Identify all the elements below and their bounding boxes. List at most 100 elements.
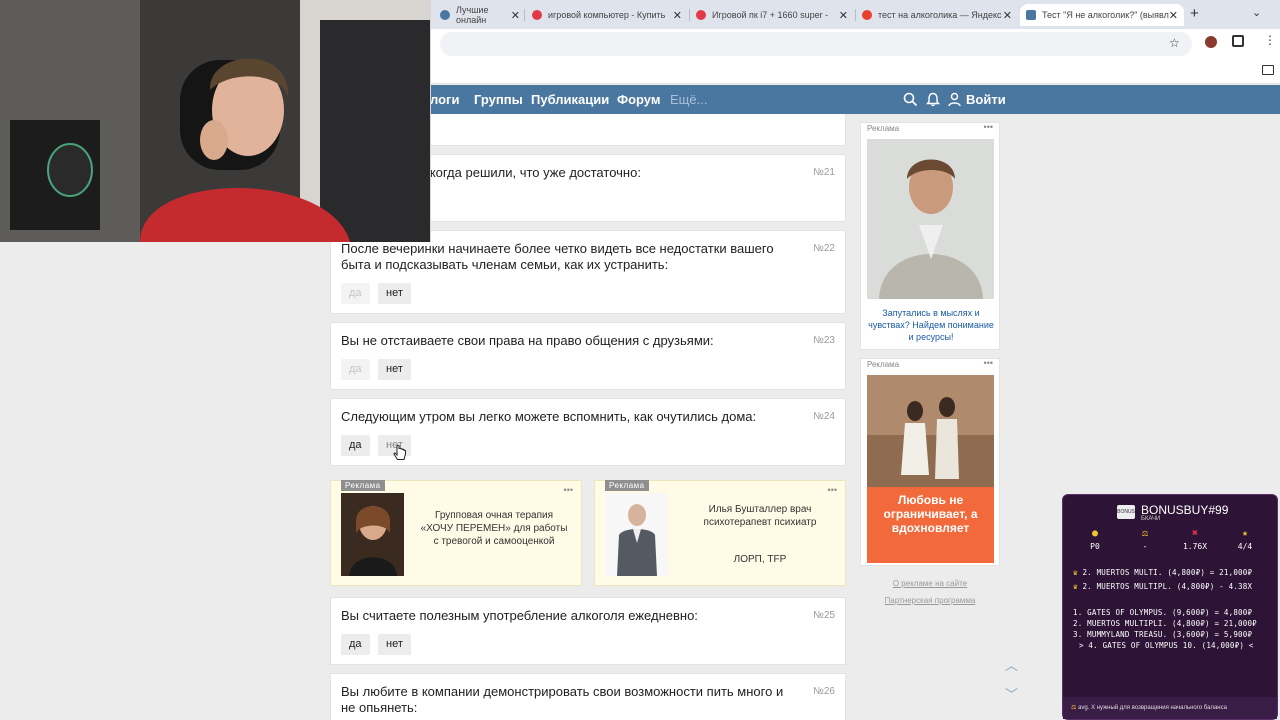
browser-tab[interactable]: тест на алкоголика — Яндекс ✕ <box>856 4 1018 26</box>
ad-label: Реклама <box>867 124 900 133</box>
bell-icon[interactable] <box>926 92 940 107</box>
scales-icon: ⚖ <box>1141 528 1149 539</box>
nav-item-forum[interactable]: Форум <box>617 92 660 107</box>
list-item-current: > 4. GATES OF OLYMPUS 10. (14,000₽) < <box>1079 641 1254 650</box>
tab-title: тест на алкоголика — Яндекс <box>878 10 1002 20</box>
close-icon[interactable]: ✕ <box>839 9 848 22</box>
best-line: ♛ 2. MUERTOS MULTIPL. (4,800₽) - 4.38X <box>1073 582 1253 591</box>
nav-item-groups[interactable]: Группы <box>474 92 523 107</box>
answer-yes-button[interactable]: да <box>341 435 370 456</box>
nav-item-more[interactable]: Ещё... <box>670 92 707 107</box>
inline-ad[interactable]: Реклама ••• Илья Бушталлер врач психотер… <box>594 480 846 586</box>
inline-ad[interactable]: Реклама ••• Групповая очная терапия «ХОЧ… <box>330 480 582 586</box>
browser-tab-active[interactable]: Тест "Я не алкоголик?" (выявл ✕ <box>1020 4 1184 26</box>
more-options-icon[interactable]: ••• <box>984 358 993 368</box>
sidebar-ad[interactable]: Реклама ••• Любовь не ограничивает, а вд… <box>860 358 1000 566</box>
list-item: 1. GATES OF OLYMPUS. (9,600₽) = 4,800₽ <box>1073 608 1253 617</box>
tab-divider <box>524 9 525 21</box>
ad-label: Реклама <box>605 480 649 491</box>
answer-yes-button[interactable]: да <box>341 634 370 655</box>
folder-icon[interactable] <box>1262 65 1274 75</box>
hand-cursor-icon <box>393 445 406 460</box>
coin-icon: ● <box>1091 528 1099 539</box>
question-number: №24 <box>813 411 835 422</box>
answer-yes-button[interactable]: да <box>341 359 370 380</box>
bookmark-star-icon[interactable]: ☆ <box>1169 36 1180 50</box>
question-card: Вы не отстаиваете свои права на право об… <box>330 322 846 390</box>
ad-photo <box>605 493 668 576</box>
browser-tab[interactable]: игровой компьютер - Купить ✕ <box>526 4 688 26</box>
close-icon[interactable]: ✕ <box>1169 9 1178 22</box>
best-line: ♛ 2. MUERTOS MULTI. (4,800₽) = 21,000₽ <box>1073 568 1253 577</box>
answer-no-button[interactable]: нет <box>378 283 411 304</box>
widget-title: BONUSBUY#99 <box>1141 503 1229 517</box>
close-icon[interactable]: ✕ <box>1003 9 1012 22</box>
login-link[interactable]: Войти <box>966 92 1006 107</box>
tab-title: Тест "Я не алкоголик?" (выявл <box>1042 10 1169 20</box>
ad-photo <box>341 493 404 576</box>
widget-subtitle: БКАЧИ <box>1141 516 1161 522</box>
search-icon[interactable] <box>903 92 918 107</box>
question-card: После вечеринки начинаете более четко ви… <box>330 230 846 314</box>
more-options-icon[interactable]: ••• <box>984 122 993 132</box>
question-text: Вы любите в компании демонстрировать сво… <box>341 684 784 715</box>
sidebar-ad[interactable]: Реклама ••• Запутались в мыслях и чувств… <box>860 122 1000 350</box>
ad-text: Илья Бушталлер врач психотерапевт психиа… <box>703 504 817 528</box>
answer-no-button[interactable]: нет <box>378 634 411 655</box>
question-number: №22 <box>813 243 835 254</box>
scroll-up-icon[interactable]: ︿ <box>1005 655 1018 674</box>
tab-search-icon[interactable]: ⌄ <box>1252 6 1261 19</box>
scales-icon: ⚖ <box>1071 705 1077 711</box>
ad-credentials: ЛОРП, ТFP <box>733 554 787 565</box>
stat-progress: ★ 4/4 <box>1225 528 1265 551</box>
ad-banner-text: Любовь не ограничивает, а вдохновляет <box>883 493 978 535</box>
browser-menu-icon[interactable]: ⋮ <box>1264 33 1276 47</box>
list-item: 3. MUMMYLAND TREASU. (3,600₽) = 5,900₽ <box>1073 630 1253 639</box>
new-tab-button[interactable]: + <box>1190 5 1199 22</box>
answer-buttons: да нет <box>341 283 541 305</box>
tab-title: Игровой пк i7 + 1660 super - <box>712 10 829 20</box>
ad-photo <box>867 139 994 299</box>
answer-buttons: да нет <box>341 359 541 381</box>
question-text: Вы считаете полезным употребление алкого… <box>341 608 698 623</box>
answer-buttons: да нет <box>341 435 541 457</box>
browser-tab[interactable]: Игровой пк i7 + 1660 super - ✕ <box>690 4 854 26</box>
question-text: Следующим утром вы легко можете вспомнит… <box>341 409 757 424</box>
user-icon[interactable] <box>948 92 961 107</box>
answer-yes-button[interactable]: да <box>341 283 370 304</box>
screen: Лучшие онлайн ✕ игровой компьютер - Купи… <box>0 0 1280 720</box>
extension-icon[interactable] <box>1205 36 1217 48</box>
site-favicon-icon <box>1026 10 1036 20</box>
widget-footer: ⚖ avg. X нужный для возвращения начально… <box>1063 697 1277 719</box>
crown-icon: ♛ <box>1073 568 1078 577</box>
bonus-logo-icon: BONUS <box>1117 505 1135 519</box>
yandex-favicon-icon <box>862 10 872 20</box>
webcam-feed <box>0 0 431 242</box>
question-card: Следующим утром вы легко можете вспомнит… <box>330 398 846 466</box>
cross-icon: ✖ <box>1191 528 1199 539</box>
ad-text: Групповая очная терапия «ХОЧУ ПЕРЕМЕН» д… <box>420 510 568 547</box>
ad-banner: Любовь не ограничивает, а вдохновляет <box>867 375 994 563</box>
address-bar[interactable] <box>440 32 1192 56</box>
scroll-down-icon[interactable]: ﹀ <box>1005 684 1018 703</box>
list-item: 2. MUERTOS MULTIPLI. (4,800₽) = 21,000₽ <box>1073 619 1257 628</box>
more-options-icon[interactable]: ••• <box>564 485 573 495</box>
site-favicon-icon <box>696 10 706 20</box>
about-ads-link[interactable]: О рекламе на сайте <box>860 579 1000 588</box>
nav-item-blogs[interactable]: логи <box>430 92 459 107</box>
question-number: №25 <box>813 610 835 621</box>
question-number: №23 <box>813 335 835 346</box>
nav-item-publications[interactable]: Публикации <box>531 92 609 107</box>
answer-no-button[interactable]: нет <box>378 359 411 380</box>
ad-label: Реклама <box>867 360 900 369</box>
close-icon[interactable]: ✕ <box>511 9 520 22</box>
more-options-icon[interactable]: ••• <box>828 485 837 495</box>
extensions-puzzle-icon[interactable] <box>1232 35 1244 47</box>
question-card: Вы любите в компании демонстрировать сво… <box>330 673 846 720</box>
browser-tab[interactable]: Лучшие онлайн ✕ <box>434 4 526 26</box>
ad-photo <box>867 375 994 487</box>
star-icon: ★ <box>1241 528 1249 539</box>
close-icon[interactable]: ✕ <box>673 9 682 22</box>
partner-program-link[interactable]: Партнерская программа <box>860 596 1000 605</box>
ad-label: Реклама <box>341 480 385 491</box>
